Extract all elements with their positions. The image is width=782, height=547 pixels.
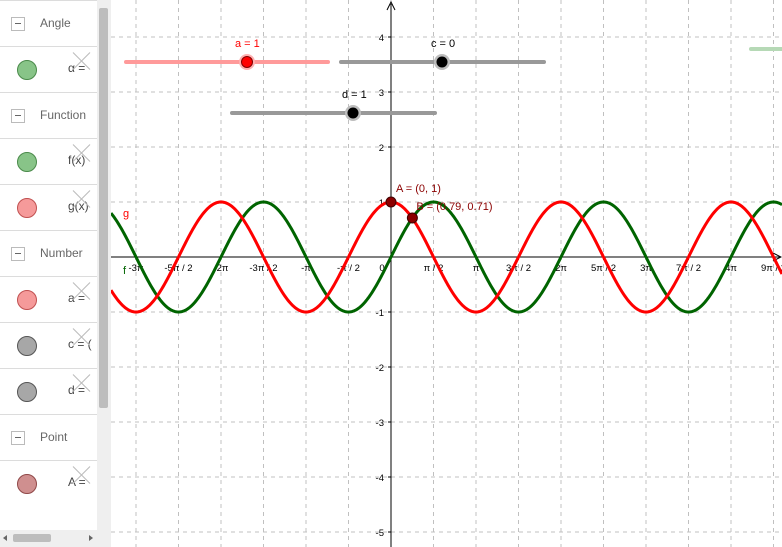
slider-a[interactable]: a = 1 — [124, 38, 330, 70]
group-header-angle[interactable]: Angle — [0, 0, 97, 47]
slider-d-handle[interactable] — [347, 107, 359, 119]
scrollbar-thumb[interactable] — [13, 534, 51, 542]
group-title: Angle — [40, 16, 71, 30]
visibility-toggle-icon[interactable] — [17, 290, 37, 310]
delete-icon[interactable] — [73, 327, 91, 345]
delete-icon[interactable] — [73, 281, 91, 299]
function-f-label: f — [123, 265, 127, 277]
slider-a-label: a = 1 — [235, 38, 260, 50]
y-tick-label: -4 — [376, 473, 384, 484]
algebra-horizontal-scrollbar[interactable] — [0, 530, 97, 547]
y-tick-label: 4 — [379, 33, 384, 44]
collapse-toggle-icon[interactable] — [11, 431, 25, 445]
visibility-toggle-icon[interactable] — [17, 198, 37, 218]
delete-icon[interactable] — [73, 465, 91, 483]
y-tick-label: -5 — [376, 528, 384, 539]
slider-d[interactable]: d = 1 — [230, 89, 437, 121]
point-b-label: B = (0.79, 0.71) — [416, 201, 492, 213]
algebra-row[interactable]: d = — [0, 368, 97, 415]
x-tick-label: -3π / 2 — [249, 263, 277, 274]
x-tick-label: -5π / 2 — [164, 263, 192, 274]
point-b[interactable]: B = (0.79, 0.71) — [406, 201, 493, 224]
slider-c-handle[interactable] — [436, 56, 448, 68]
collapse-toggle-icon[interactable] — [11, 109, 25, 123]
algebra-row[interactable]: A = — [0, 460, 97, 507]
group-title: Point — [40, 430, 68, 444]
algebra-view: Angle α = Function f(x) g(x) Number a = c = (d … — [0, 0, 97, 547]
axis-tick-labels: -7π / 2-3π-5π / 2-2π-3π / 2-π-π / 20π / … — [128, 33, 782, 539]
algebra-row[interactable]: g(x) — [0, 184, 97, 231]
group-title: Number — [40, 246, 83, 260]
group-header-number[interactable]: Number — [0, 230, 97, 277]
delete-icon[interactable] — [73, 143, 91, 161]
slider-d-label: d = 1 — [342, 89, 367, 101]
y-tick-label: 2 — [379, 143, 384, 154]
point-b-marker[interactable] — [406, 212, 418, 224]
algebra-row[interactable]: c = ( — [0, 322, 97, 369]
slider-c[interactable]: c = 0 — [339, 38, 546, 70]
visibility-toggle-icon[interactable] — [17, 152, 37, 172]
slider-a-handle[interactable] — [241, 56, 253, 68]
scroll-right-arrow-icon[interactable] — [89, 535, 93, 541]
group-header-function[interactable]: Function — [0, 92, 97, 139]
algebra-row[interactable]: f(x) — [0, 138, 97, 185]
function-g-label: g — [123, 208, 129, 220]
y-tick-label: 3 — [379, 88, 384, 99]
point-a-marker[interactable] — [385, 196, 397, 208]
algebra-row[interactable]: a = — [0, 276, 97, 323]
y-tick-label: -2 — [376, 363, 384, 374]
scroll-left-arrow-icon[interactable] — [3, 535, 7, 541]
visibility-toggle-icon[interactable] — [17, 60, 37, 80]
y-tick-label: -3 — [376, 418, 384, 429]
visibility-toggle-icon[interactable] — [17, 382, 37, 402]
delete-icon[interactable] — [73, 189, 91, 207]
algebra-vertical-scrollbar[interactable] — [97, 0, 111, 547]
graphics-view[interactable]: -7π / 2-3π-5π / 2-2π-3π / 2-π-π / 20π / … — [111, 0, 782, 547]
visibility-toggle-icon[interactable] — [17, 474, 37, 494]
group-title: Function — [40, 108, 87, 122]
y-tick-label: -1 — [376, 308, 384, 319]
collapse-toggle-icon[interactable] — [11, 247, 25, 261]
delete-icon[interactable] — [73, 51, 91, 69]
point-a-label: A = (0, 1) — [396, 183, 441, 195]
slider-c-label: c = 0 — [431, 38, 455, 50]
scrollbar-thumb[interactable] — [99, 8, 108, 408]
collapse-toggle-icon[interactable] — [11, 17, 25, 31]
visibility-toggle-icon[interactable] — [17, 336, 37, 356]
group-header-point[interactable]: Point — [0, 414, 97, 461]
delete-icon[interactable] — [73, 373, 91, 391]
algebra-row[interactable]: α = — [0, 46, 97, 93]
